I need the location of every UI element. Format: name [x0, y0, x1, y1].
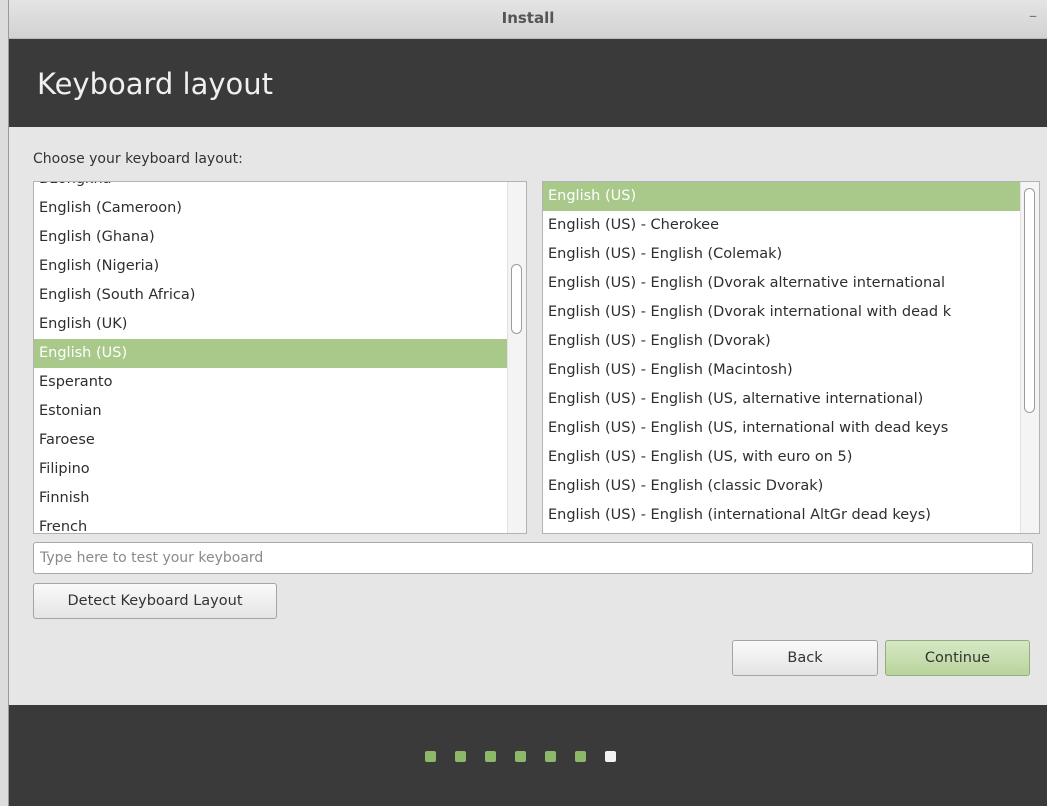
layout-list-item[interactable]: French	[34, 513, 510, 533]
layout-list-scrollbar[interactable]	[507, 182, 526, 533]
variant-list-scroll-thumb[interactable]	[1024, 188, 1035, 413]
installer-window: Install – Keyboard layout Choose your ke…	[8, 0, 1047, 806]
variant-list-item[interactable]: English (US) - English (US, internationa…	[543, 414, 1021, 443]
layout-list[interactable]: DzongkhaEnglish (Cameroon)English (Ghana…	[33, 181, 527, 534]
layout-list-item[interactable]: Dzongkha	[34, 182, 510, 194]
layout-list-item[interactable]: English (Cameroon)	[34, 194, 510, 223]
choose-layout-label: Choose your keyboard layout:	[33, 151, 243, 167]
page-title: Keyboard layout	[37, 67, 274, 101]
layout-list-item[interactable]: Filipino	[34, 455, 510, 484]
progress-step-done	[455, 751, 466, 762]
layout-list-item[interactable]: Finnish	[34, 484, 510, 513]
keyboard-test-input[interactable]	[33, 542, 1033, 574]
layout-list-item[interactable]: Faroese	[34, 426, 510, 455]
variant-list-item[interactable]: English (US) - English (Dvorak alternati…	[543, 269, 1021, 298]
variant-list-item[interactable]: English (US) - English (Colemak)	[543, 240, 1021, 269]
progress-step-done	[545, 751, 556, 762]
layout-list-item[interactable]: English (Ghana)	[34, 223, 510, 252]
variant-list-item[interactable]: English (US)	[543, 182, 1021, 211]
variant-list-item[interactable]: English (US) - English (US, alternative …	[543, 385, 1021, 414]
page-header: Keyboard layout	[9, 39, 1047, 127]
layout-list-item[interactable]: English (South Africa)	[34, 281, 510, 310]
variant-list-item[interactable]: English (US) - Cherokee	[543, 211, 1021, 240]
layout-list-scroll-thumb[interactable]	[511, 264, 522, 334]
continue-button[interactable]: Continue	[885, 640, 1030, 676]
variant-list-item[interactable]: English (US) - English (US, with euro on…	[543, 443, 1021, 472]
progress-step-done	[515, 751, 526, 762]
variant-list[interactable]: English (US) English (US) - Cherokee Engli…	[542, 181, 1040, 534]
layout-list-item[interactable]: English (US)	[34, 339, 510, 368]
minimize-icon[interactable]: –	[1023, 6, 1043, 26]
layout-list-item[interactable]: English (Nigeria)	[34, 252, 510, 281]
progress-step-done	[575, 751, 586, 762]
progress-indicator	[425, 751, 616, 762]
back-button[interactable]: Back	[732, 640, 878, 676]
variant-list-item[interactable]: English (US) - English (Dvorak internati…	[543, 298, 1021, 327]
variant-list-item[interactable]: English (US) - English (classic Dvorak)	[543, 472, 1021, 501]
progress-step-done	[425, 751, 436, 762]
layout-list-item[interactable]: English (UK)	[34, 310, 510, 339]
variant-list-item[interactable]: English (US) - English (international Al…	[543, 501, 1021, 530]
progress-step-current	[605, 751, 616, 762]
layout-list-item[interactable]: Estonian	[34, 397, 510, 426]
detect-keyboard-layout-button[interactable]: Detect Keyboard Layout	[33, 583, 277, 619]
title-bar: Install –	[9, 0, 1047, 39]
window-title: Install	[501, 9, 555, 27]
progress-step-done	[485, 751, 496, 762]
variant-list-scrollbar[interactable]	[1020, 182, 1039, 533]
layout-list-item[interactable]: Esperanto	[34, 368, 510, 397]
variant-list-item[interactable]: English (US) - English (Macintosh)	[543, 356, 1021, 385]
variant-list-item[interactable]: English (US) - English (Dvorak)	[543, 327, 1021, 356]
